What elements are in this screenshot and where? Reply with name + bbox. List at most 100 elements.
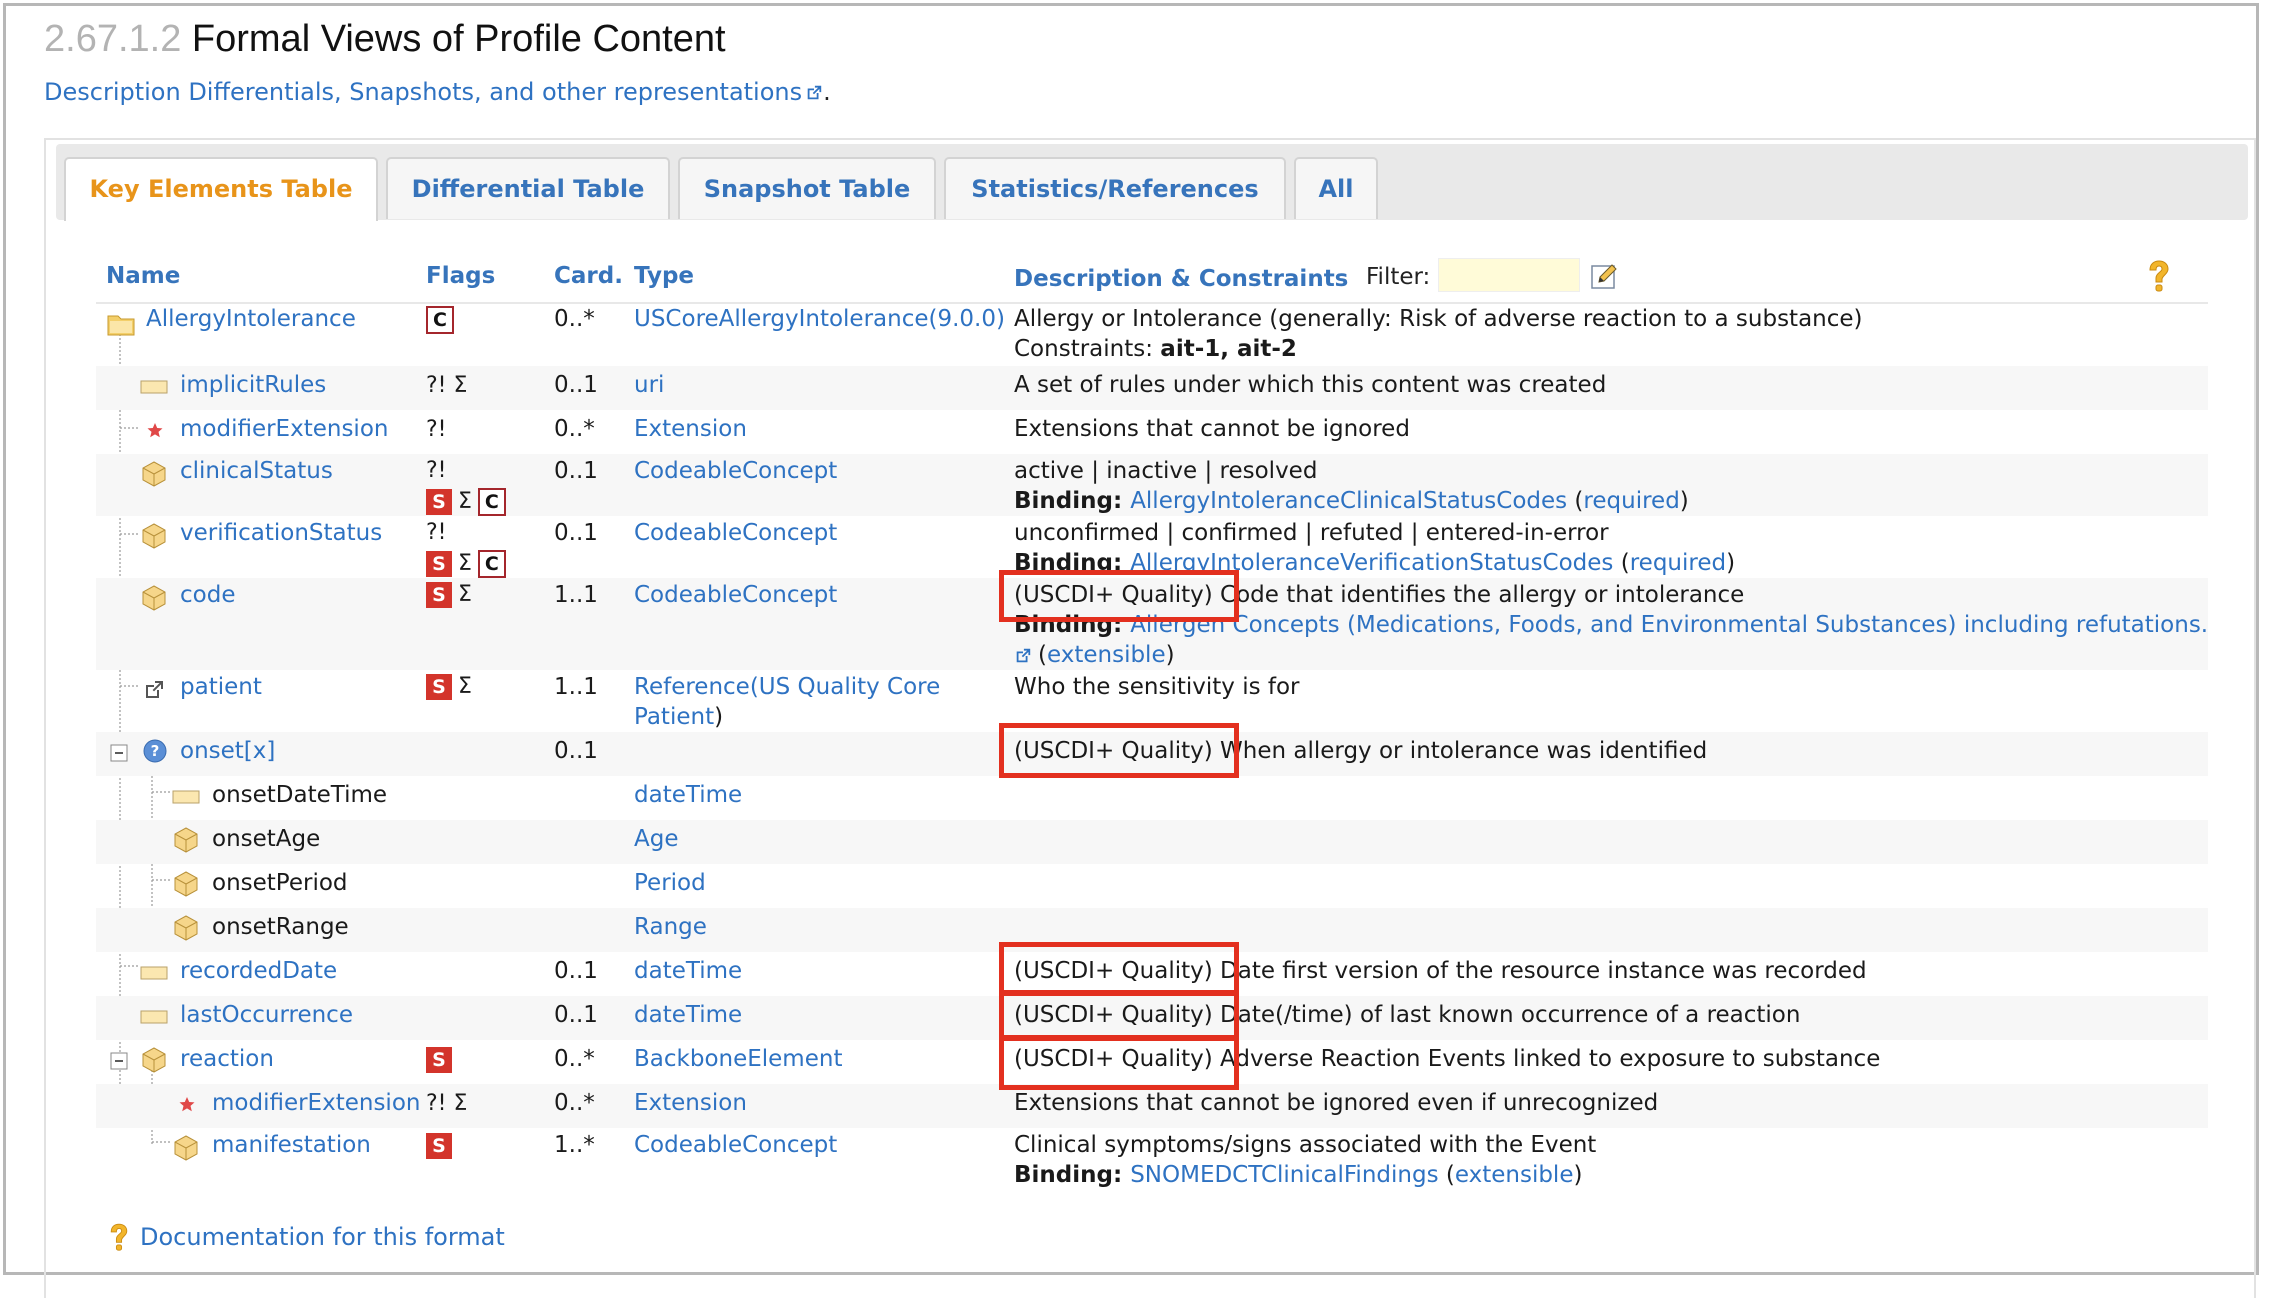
table-row: modifierExtension ?! Σ 0..* Extension Ex…: [96, 1084, 2208, 1128]
modifier-flag: ?!: [426, 458, 447, 483]
flags: S: [426, 1130, 452, 1161]
type-link[interactable]: dateTime: [634, 780, 742, 811]
column-header-name: Name: [106, 263, 181, 289]
flags: ?! Σ: [426, 1091, 468, 1116]
tab-differential-table[interactable]: Differential Table: [386, 157, 670, 219]
table-row: verificationStatus ?! SΣC 0..1 CodeableC…: [96, 516, 2208, 578]
must-support-badge: S: [426, 1133, 452, 1159]
element-name-patient[interactable]: patient: [180, 672, 262, 703]
description: Allergy or Intolerance (generally: Risk …: [1014, 306, 1863, 332]
element-name-code[interactable]: code: [180, 580, 235, 611]
type-profile-link-continued[interactable]: Patient: [634, 704, 714, 730]
type-link[interactable]: CodeableConcept: [634, 518, 837, 549]
column-header-type: Type: [634, 263, 695, 289]
element-name-lastoccurrence[interactable]: lastOccurrence: [180, 1000, 353, 1031]
primitive-icon: [140, 966, 168, 980]
type-continued: Patient): [634, 702, 723, 733]
summary-flag: Σ: [458, 674, 472, 699]
element-name-clinicalstatus[interactable]: clinicalStatus: [180, 456, 333, 487]
type-link[interactable]: Extension: [634, 414, 747, 445]
reference-icon: [146, 681, 163, 698]
must-support-badge: S: [426, 674, 452, 700]
type-link[interactable]: dateTime: [634, 956, 742, 987]
tab-statistics-references[interactable]: Statistics/References: [944, 157, 1286, 219]
help-icon[interactable]: [2144, 260, 2174, 294]
column-header-flags: Flags: [426, 263, 496, 289]
filter-input[interactable]: [1438, 258, 1580, 292]
type-link[interactable]: Age: [634, 824, 678, 855]
summary-flag: Σ: [458, 489, 472, 514]
type-link[interactable]: BackboneElement: [634, 1044, 842, 1075]
documentation-link[interactable]: Documentation for this format: [140, 1223, 505, 1251]
flag-badges: SΣ: [426, 672, 478, 702]
modifier-flag: ?!: [426, 520, 447, 545]
table-row: manifestation S 1..* CodeableConcept Cli…: [96, 1128, 2208, 1190]
extension-star-icon: [179, 1097, 195, 1112]
edit-icon[interactable]: [1590, 262, 1620, 292]
element-name-verificationstatus[interactable]: verificationStatus: [180, 518, 382, 549]
datatype-cube-icon: [174, 871, 198, 897]
element-name-recordeddate[interactable]: recordedDate: [180, 956, 337, 987]
tab-key-elements-table[interactable]: Key Elements Table: [64, 157, 378, 221]
binding: Binding: AllergyIntoleranceClinicalStatu…: [1014, 488, 1689, 514]
binding-strength-link[interactable]: required: [1583, 488, 1679, 514]
element-name-onsetdatetime: onsetDateTime: [212, 782, 388, 808]
description-text: Adverse Reaction Events linked to exposu…: [1212, 1046, 1881, 1072]
highlight-box: [999, 942, 1239, 996]
description-link[interactable]: Description Differentials, Snapshots, an…: [44, 78, 802, 106]
element-name-onsetperiod: onsetPeriod: [212, 870, 348, 896]
highlight-box: [999, 1036, 1239, 1090]
cardinality: 0..*: [554, 1090, 595, 1116]
type-link[interactable]: Range: [634, 912, 707, 943]
type-suffix: ): [714, 704, 724, 730]
element-name-implicitrules[interactable]: implicitRules: [180, 370, 326, 401]
resource-folder-icon: [107, 315, 135, 336]
constraints-label: Constraints:: [1014, 336, 1161, 362]
type-link[interactable]: uri: [634, 370, 664, 401]
constraints: Constraints: ait-1, ait-2: [1014, 334, 1297, 365]
element-name-onset[interactable]: onset[x]: [180, 736, 275, 767]
description: A set of rules under which this content …: [1014, 372, 1607, 398]
binding-strength-link[interactable]: extensible: [1047, 642, 1166, 668]
description-links: Description Differentials, Snapshots, an…: [44, 78, 831, 106]
description: Clinical symptoms/signs associated with …: [1014, 1132, 1597, 1158]
type-link[interactable]: CodeableConcept: [634, 456, 837, 487]
type-profile-link[interactable]: US Quality Core: [759, 674, 940, 700]
element-name-allergyintolerance[interactable]: AllergyIntolerance: [146, 304, 356, 335]
cardinality: 1..1: [554, 674, 598, 700]
cardinality: 0..1: [554, 958, 598, 984]
element-name-reaction[interactable]: reaction: [180, 1044, 274, 1075]
binding-label: Binding:: [1014, 1162, 1131, 1188]
collapse-icon[interactable]: [110, 744, 130, 764]
binding-strength-link[interactable]: extensible: [1455, 1162, 1574, 1188]
binding-strength-link[interactable]: required: [1630, 550, 1726, 576]
flag-badges: SΣC: [426, 549, 506, 579]
type-link[interactable]: dateTime: [634, 1000, 742, 1031]
datatype-cube-icon: [142, 585, 166, 611]
element-name-modifierextension[interactable]: modifierExtension: [180, 414, 388, 445]
binding-valueset-link[interactable]: AllergyIntoleranceClinicalStatusCodes: [1130, 488, 1567, 514]
collapse-icon[interactable]: [110, 1052, 130, 1072]
type-link[interactable]: CodeableConcept: [634, 1130, 837, 1161]
tab-all[interactable]: All: [1294, 157, 1378, 219]
type-link[interactable]: USCoreAllergyIntolerance(9.0.0): [634, 304, 1005, 335]
external-link-icon: [1016, 648, 1031, 662]
filter-label: Filter:: [1366, 264, 1431, 290]
binding-valueset-link[interactable]: Allergen Concepts (Medications, Foods, a…: [1130, 612, 2208, 638]
primitive-icon: [172, 790, 200, 804]
cardinality: 0..1: [554, 458, 598, 484]
cardinality: 1..1: [554, 582, 598, 608]
cardinality: 1..*: [554, 1132, 595, 1158]
binding-valueset-link[interactable]: SNOMEDCTClinicalFindings: [1130, 1162, 1438, 1188]
cardinality: 0..1: [554, 520, 598, 546]
type-link[interactable]: Extension: [634, 1088, 747, 1119]
must-support-badge: S: [426, 582, 452, 608]
type-link[interactable]: Period: [634, 868, 706, 899]
element-name-reaction-modifierextension[interactable]: modifierExtension: [212, 1088, 420, 1119]
page-title: 2.67.1.2 Formal Views of Profile Content: [44, 18, 726, 61]
table-row: AllergyIntolerance C 0..* USCoreAllergyI…: [96, 302, 2208, 366]
type-link[interactable]: CodeableConcept: [634, 580, 837, 611]
tab-snapshot-table[interactable]: Snapshot Table: [678, 157, 936, 219]
element-name-manifestation[interactable]: manifestation: [212, 1130, 371, 1161]
binding-label: Binding:: [1014, 488, 1131, 514]
